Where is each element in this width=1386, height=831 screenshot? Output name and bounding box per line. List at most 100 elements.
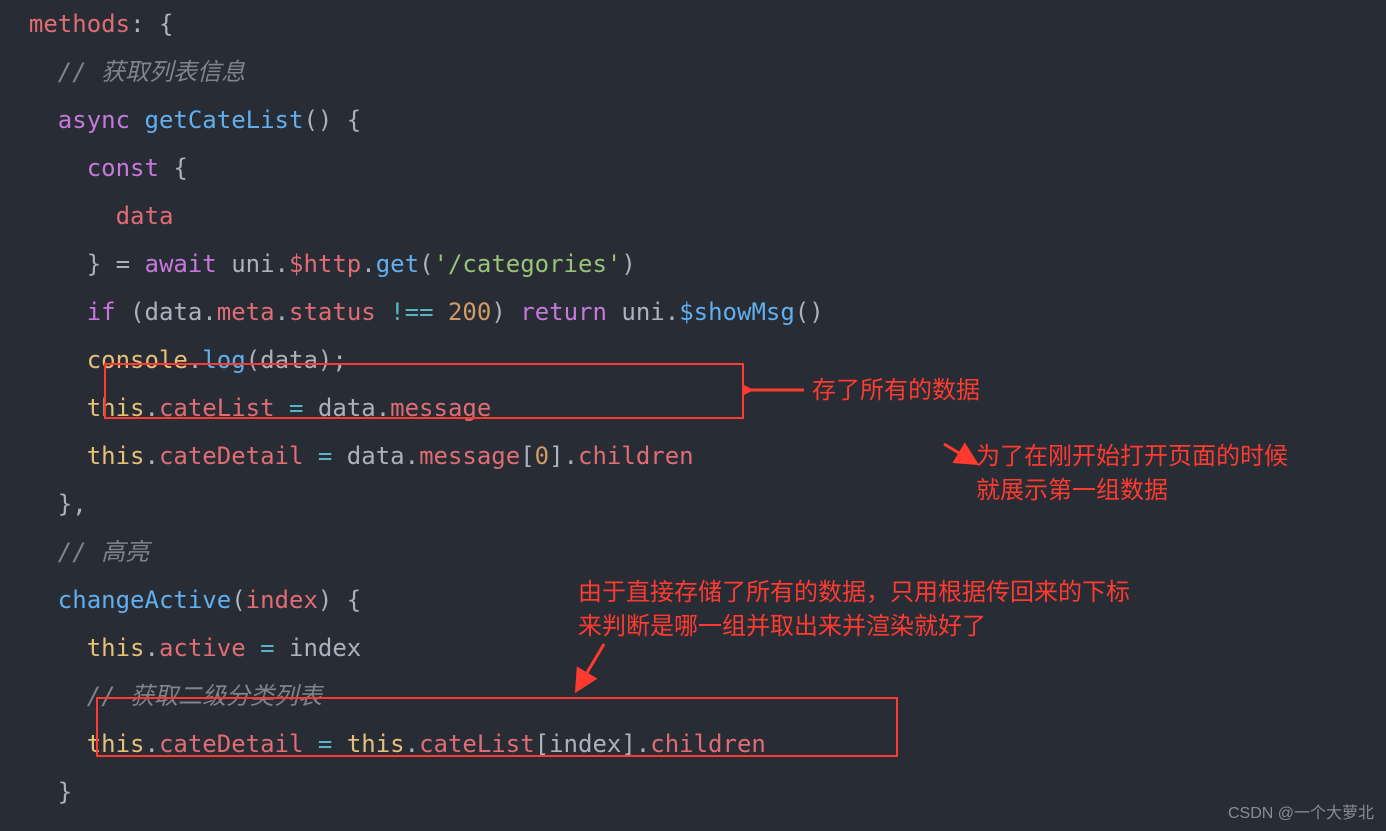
arrow-icon bbox=[940, 440, 980, 468]
token: : { bbox=[130, 10, 173, 38]
line-4: const { bbox=[0, 154, 188, 182]
token: . bbox=[275, 298, 289, 326]
token: ( bbox=[231, 586, 245, 614]
token: 200 bbox=[448, 298, 491, 326]
token: () bbox=[795, 298, 824, 326]
token: methods bbox=[29, 10, 130, 38]
token: data bbox=[116, 202, 174, 230]
token: ]. bbox=[549, 442, 578, 470]
token: meta bbox=[217, 298, 275, 326]
token: (data. bbox=[116, 298, 217, 326]
token: () { bbox=[303, 106, 361, 134]
token: index bbox=[246, 586, 318, 614]
token: changeActive bbox=[58, 586, 231, 614]
line-8: console.log(data); bbox=[0, 346, 347, 374]
token: }, bbox=[58, 490, 87, 518]
annotation-3: 由于直接存储了所有的数据，只用根据传回来的下标 来判断是哪一组并取出来并渲染就好… bbox=[578, 576, 1130, 643]
token: { bbox=[159, 154, 188, 182]
token: uni. bbox=[607, 298, 679, 326]
line-13: changeActive(index) { bbox=[0, 586, 361, 614]
line-5: data bbox=[0, 202, 173, 230]
token: [index]. bbox=[535, 730, 651, 758]
token: . bbox=[145, 442, 159, 470]
token: ) bbox=[621, 250, 635, 278]
line-15: // 获取二级分类列表 bbox=[0, 682, 322, 710]
token: = bbox=[318, 442, 332, 470]
token: log bbox=[202, 346, 245, 374]
token: await bbox=[145, 250, 217, 278]
token bbox=[275, 394, 289, 422]
token: cateList bbox=[419, 730, 535, 758]
token: } bbox=[58, 778, 72, 806]
line-10: this.cateDetail = data.message[0].childr… bbox=[0, 442, 694, 470]
line-7: if (data.meta.status !== 200) return uni… bbox=[0, 298, 824, 326]
token: this bbox=[347, 730, 405, 758]
line-1: methods: { bbox=[0, 10, 173, 38]
line-2: // 获取列表信息 bbox=[0, 58, 245, 86]
line-3: async getCateList() { bbox=[0, 106, 361, 134]
token: . bbox=[361, 250, 375, 278]
annotation-3-line1: 由于直接存储了所有的数据，只用根据传回来的下标 bbox=[578, 579, 1130, 606]
token: uni. bbox=[217, 250, 289, 278]
token bbox=[303, 442, 317, 470]
token: . bbox=[188, 346, 202, 374]
token: message bbox=[419, 442, 520, 470]
token: ( bbox=[419, 250, 433, 278]
token: 0 bbox=[535, 442, 549, 470]
token: data. bbox=[332, 442, 419, 470]
token: . bbox=[145, 394, 159, 422]
token: children bbox=[650, 730, 766, 758]
token bbox=[246, 634, 260, 662]
token bbox=[434, 298, 448, 326]
token: if bbox=[87, 298, 116, 326]
comment: // 获取列表信息 bbox=[58, 58, 245, 86]
token: index bbox=[275, 634, 362, 662]
token: !== bbox=[390, 298, 433, 326]
token: $http bbox=[289, 250, 361, 278]
token: active bbox=[159, 634, 246, 662]
token bbox=[303, 730, 317, 758]
token: [ bbox=[520, 442, 534, 470]
annotation-1: 存了所有的数据 bbox=[812, 374, 980, 408]
token: = bbox=[260, 634, 274, 662]
code-editor: methods: { // 获取列表信息 async getCateList()… bbox=[0, 0, 1386, 831]
token: ) bbox=[491, 298, 520, 326]
line-12: // 高亮 bbox=[0, 538, 149, 566]
token: this bbox=[87, 634, 145, 662]
annotation-2: 为了在刚开始打开页面的时候 就展示第一组数据 bbox=[976, 440, 1288, 507]
token: = bbox=[289, 394, 303, 422]
token: getCateList bbox=[145, 106, 304, 134]
line-9: this.cateList = data.message bbox=[0, 394, 491, 422]
token: console bbox=[87, 346, 188, 374]
line-11: }, bbox=[0, 490, 87, 518]
token: cateDetail bbox=[159, 442, 304, 470]
token: this bbox=[87, 442, 145, 470]
annotation-2-line2: 就展示第一组数据 bbox=[976, 477, 1168, 504]
token bbox=[332, 730, 346, 758]
token: cateDetail bbox=[159, 730, 304, 758]
token: $showMsg bbox=[679, 298, 795, 326]
token: get bbox=[376, 250, 419, 278]
token bbox=[376, 298, 390, 326]
comment: // 获取二级分类列表 bbox=[87, 682, 322, 710]
token: this bbox=[87, 394, 145, 422]
token: '/categories' bbox=[434, 250, 622, 278]
token: = bbox=[318, 730, 332, 758]
token: . bbox=[145, 730, 159, 758]
token: const bbox=[87, 154, 159, 182]
comment: // 高亮 bbox=[58, 538, 149, 566]
code-block: methods: { // 获取列表信息 async getCateList()… bbox=[0, 0, 824, 816]
token: message bbox=[390, 394, 491, 422]
line-14: this.active = index bbox=[0, 634, 361, 662]
line-17: } bbox=[0, 778, 72, 806]
line-6: } = await uni.$http.get('/categories') bbox=[0, 250, 636, 278]
annotation-3-line2: 来判断是哪一组并取出来并渲染就好了 bbox=[578, 613, 986, 640]
token: status bbox=[289, 298, 376, 326]
token: data. bbox=[303, 394, 390, 422]
token: . bbox=[145, 634, 159, 662]
token: . bbox=[405, 730, 419, 758]
watermark: CSDN @一个大萝北 bbox=[1228, 799, 1374, 823]
token: async bbox=[58, 106, 130, 134]
token: children bbox=[578, 442, 694, 470]
token: ) { bbox=[318, 586, 361, 614]
